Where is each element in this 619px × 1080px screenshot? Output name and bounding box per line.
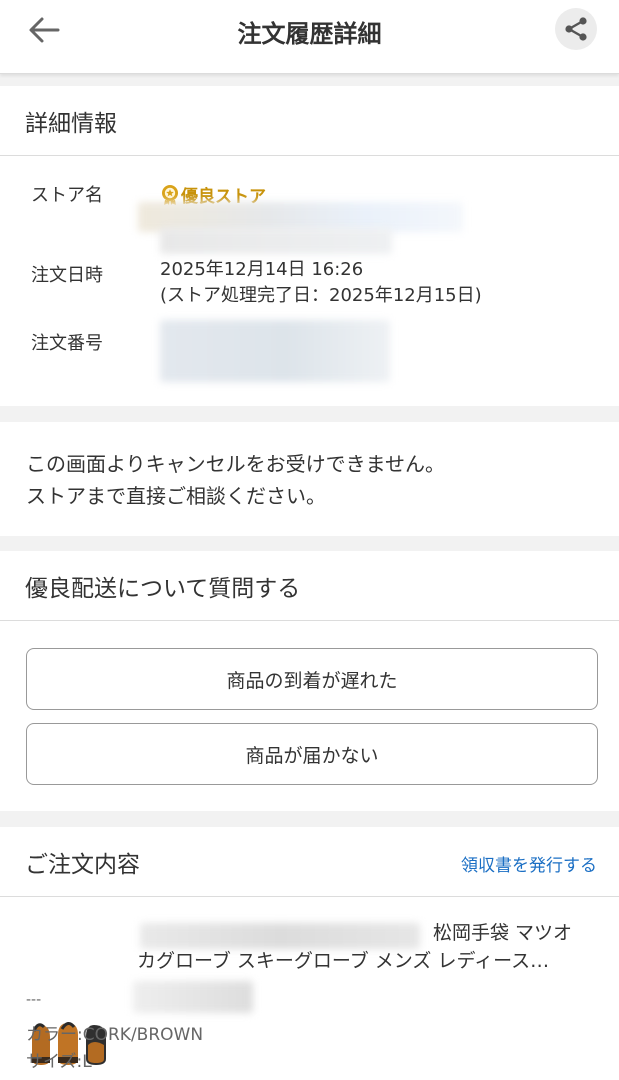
delivery-question-section: 優良配送について質問する 商品の到着が遅れた 商品が届かない [0, 551, 619, 811]
order-date-value: 2025年12月14日 16:26 [160, 259, 364, 280]
notice-line-1: この画面よりキャンセルをお受けできません。 [26, 452, 445, 476]
product-item[interactable]: 松岡手袋 マツオカグローブ スキーグローブ メンズ レディース… --- カラー… [0, 897, 619, 1080]
share-icon [565, 17, 587, 41]
order-number-label: 注文番号 [31, 333, 103, 354]
product-name-text: 松岡手袋 マツオカグローブ スキーグローブ メンズ レディース… [137, 922, 573, 972]
order-number-row: 注文番号 [0, 320, 619, 396]
not-delivered-button[interactable]: 商品が届かない [26, 723, 598, 785]
order-contents-section: ご注文内容 領収書を発行する 松岡手袋 マツオカグローブ スキーグローブ メンズ… [0, 827, 619, 1080]
cancel-notice: この画面よりキャンセルをお受けできません。 ストアまで直接ご相談ください。 [0, 422, 619, 512]
issue-receipt-link[interactable]: 領収書を発行する [461, 851, 597, 876]
product-color: カラー:CORK/BROWN [26, 1025, 204, 1045]
app-header: 注文履歴詳細 [0, 0, 619, 74]
cancel-notice-section: この画面よりキャンセルをお受けできません。 ストアまで直接ご相談ください。 [0, 422, 619, 536]
store-processed-date: (ストア処理完了日：2025年12月15日) [160, 285, 482, 306]
product-dash: --- [26, 992, 42, 1008]
product-size: サイズ:L [26, 1052, 92, 1072]
store-name-redacted-line2 [160, 228, 392, 254]
share-button[interactable] [555, 8, 597, 50]
store-label: ストア名 [31, 185, 103, 206]
product-option-redacted [133, 981, 253, 1013]
details-section: 詳細情報 ストア名 優良ストア 注文日時 2025年12月14日 16:26 (… [0, 86, 619, 406]
store-row: ストア名 優良ストア [0, 156, 619, 256]
date-label: 注文日時 [31, 265, 103, 286]
late-arrival-button[interactable]: 商品の到着が遅れた [26, 648, 598, 710]
details-heading: 詳細情報 [0, 86, 619, 156]
product-name: 松岡手袋 マツオカグローブ スキーグローブ メンズ レディース… [137, 919, 587, 975]
notice-line-2: ストアまで直接ご相談ください。 [26, 484, 326, 508]
order-number-redacted [160, 320, 390, 382]
delivery-question-heading: 優良配送について質問する [0, 551, 619, 621]
order-date-row: 注文日時 2025年12月14日 16:26 (ストア処理完了日：2025年12… [0, 256, 619, 326]
page-title: 注文履歴詳細 [237, 20, 382, 48]
